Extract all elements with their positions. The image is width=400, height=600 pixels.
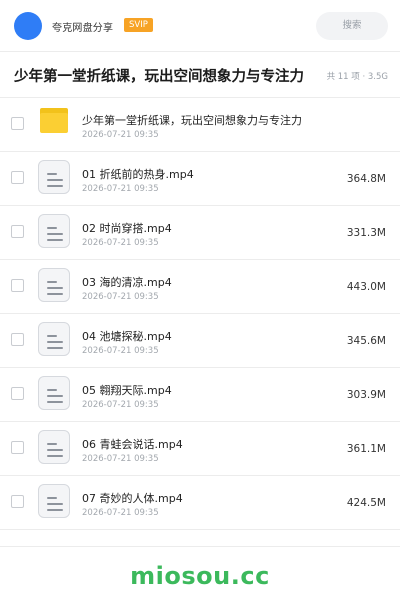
- item-name: 06 青蛙会说话.mp4: [82, 438, 183, 451]
- avatar[interactable]: [14, 12, 42, 40]
- video-file-icon: [38, 376, 70, 410]
- list-item[interactable]: 04 池塘探秘.mp4 2026-07-21 09:35 345.6M: [0, 314, 400, 368]
- app-name: 夸克网盘分享: [52, 23, 114, 34]
- top-bar: 夸克网盘分享 SVIP 搜索: [0, 0, 400, 52]
- item-size: 443.0M: [346, 281, 386, 293]
- select-checkbox[interactable]: [11, 117, 24, 130]
- item-date: 2026-07-21 09:35: [82, 454, 159, 464]
- video-file-icon: [38, 484, 70, 518]
- video-file-icon: [38, 268, 70, 302]
- select-checkbox[interactable]: [11, 171, 24, 184]
- item-name: 少年第一堂折纸课，玩出空间想象力与专注力: [82, 114, 302, 127]
- item-date: 2026-07-21 09:35: [82, 400, 159, 410]
- video-file-icon: [38, 214, 70, 248]
- item-name: 04 池塘探秘.mp4: [82, 330, 172, 343]
- list-item[interactable]: 06 青蛙会说话.mp4 2026-07-21 09:35 361.1M: [0, 422, 400, 476]
- video-file-icon: [38, 430, 70, 464]
- item-size: 364.8M: [346, 173, 386, 185]
- item-date: 2026-07-21 09:35: [82, 292, 159, 302]
- video-file-icon: [38, 160, 70, 194]
- list-item[interactable]: 03 海的清凉.mp4 2026-07-21 09:35 443.0M: [0, 260, 400, 314]
- folder-icon: [40, 108, 68, 133]
- item-size: 303.9M: [346, 389, 386, 401]
- select-checkbox[interactable]: [11, 495, 24, 508]
- item-name: 05 翱翔天际.mp4: [82, 384, 172, 397]
- item-name: 03 海的清凉.mp4: [82, 276, 172, 289]
- item-size: 424.5M: [346, 497, 386, 509]
- list-item-folder[interactable]: 少年第一堂折纸课，玩出空间想象力与专注力 2026-07-21 09:35: [0, 98, 400, 152]
- svip-badge: SVIP: [124, 18, 153, 32]
- footer-divider: [0, 546, 400, 547]
- item-date: 2026-07-21 09:35: [82, 508, 159, 518]
- share-title-row: 少年第一堂折纸课，玩出空间想象力与专注力 共 11 项 · 3.5G: [0, 52, 400, 98]
- select-checkbox[interactable]: [11, 387, 24, 400]
- item-date: 2026-07-21 09:35: [82, 346, 159, 356]
- item-name: 07 奇妙的人体.mp4: [82, 492, 183, 505]
- item-date: 2026-07-21 09:35: [82, 130, 159, 140]
- select-checkbox[interactable]: [11, 333, 24, 346]
- item-size: 331.3M: [346, 227, 386, 239]
- list-item[interactable]: 02 时尚穿搭.mp4 2026-07-21 09:35 331.3M: [0, 206, 400, 260]
- file-list: 少年第一堂折纸课，玩出空间想象力与专注力 2026-07-21 09:35 01…: [0, 98, 400, 530]
- select-checkbox[interactable]: [11, 225, 24, 238]
- list-item[interactable]: 05 翱翔天际.mp4 2026-07-21 09:35 303.9M: [0, 368, 400, 422]
- item-name: 02 时尚穿搭.mp4: [82, 222, 172, 235]
- select-checkbox[interactable]: [11, 441, 24, 454]
- item-date: 2026-07-21 09:35: [82, 184, 159, 194]
- page-title: 少年第一堂折纸课，玩出空间想象力与专注力: [14, 69, 304, 85]
- search-input[interactable]: 搜索: [316, 12, 388, 40]
- item-name: 01 折纸前的热身.mp4: [82, 168, 194, 181]
- list-item[interactable]: 01 折纸前的热身.mp4 2026-07-21 09:35 364.8M: [0, 152, 400, 206]
- list-item[interactable]: 07 奇妙的人体.mp4 2026-07-21 09:35 424.5M: [0, 476, 400, 530]
- share-meta: 共 11 项 · 3.5G: [326, 72, 388, 82]
- video-file-icon: [38, 322, 70, 356]
- item-size: 361.1M: [346, 443, 386, 455]
- item-date: 2026-07-21 09:35: [82, 238, 159, 248]
- item-size: 345.6M: [346, 335, 386, 347]
- select-checkbox[interactable]: [11, 279, 24, 292]
- watermark-logo: miosou.cc: [130, 562, 270, 590]
